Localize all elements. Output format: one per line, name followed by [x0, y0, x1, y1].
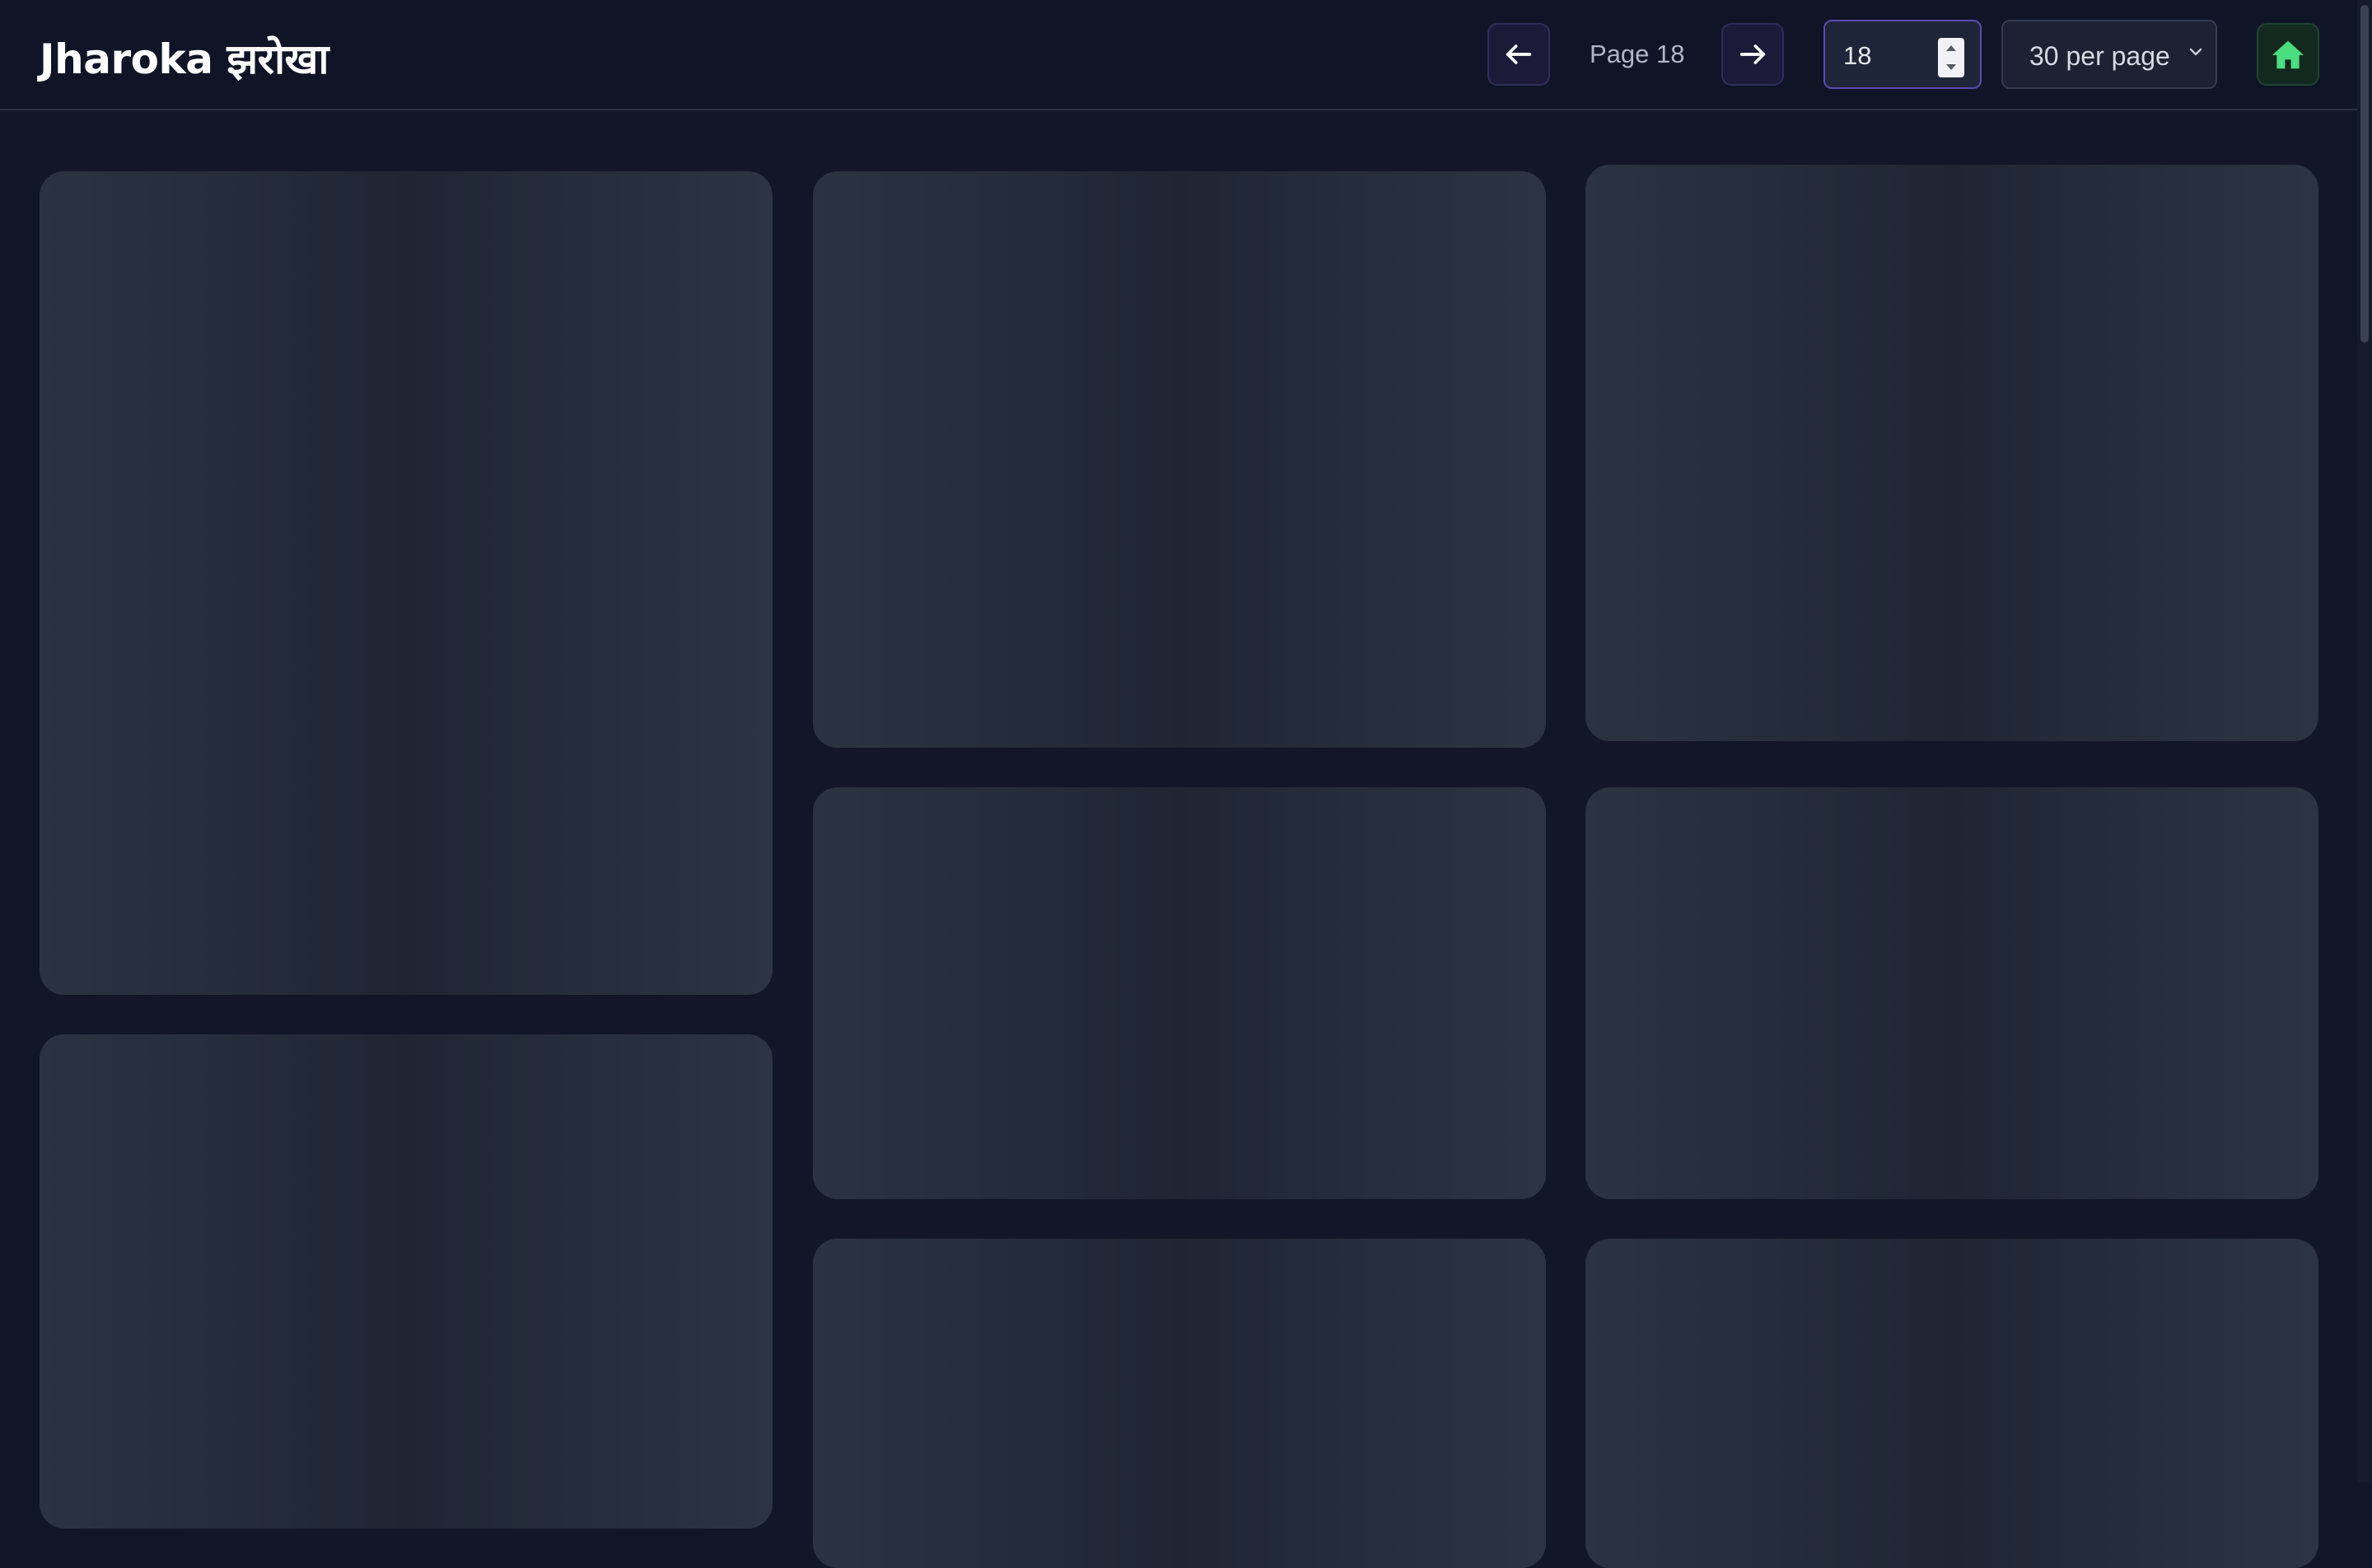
- top-bar: Jharoka झरोखा Page 18 30 per page: [0, 0, 2357, 110]
- stepper-down-icon[interactable]: [1945, 63, 1958, 72]
- stepper-up-icon[interactable]: [1945, 44, 1958, 52]
- image-card-placeholder[interactable]: [40, 1034, 773, 1528]
- page-number-input[interactable]: [1843, 38, 1934, 74]
- page-stepper[interactable]: [1938, 38, 1964, 77]
- image-card-placeholder[interactable]: [40, 171, 773, 995]
- page-number-field[interactable]: [1823, 20, 1982, 89]
- image-card-placeholder[interactable]: [813, 787, 1546, 1199]
- previous-page-button[interactable]: [1487, 23, 1550, 86]
- image-card-placeholder[interactable]: [813, 171, 1546, 748]
- vertical-scrollbar[interactable]: [2357, 0, 2372, 1482]
- image-card-placeholder[interactable]: [813, 1239, 1546, 1568]
- current-page-label: Page 18: [1590, 40, 1685, 68]
- next-page-button[interactable]: [1721, 23, 1784, 86]
- home-icon: [2272, 40, 2304, 69]
- per-page-value: 30 per page: [2029, 41, 2170, 71]
- chevron-down-icon: [2189, 48, 2202, 56]
- arrow-right-icon: [1739, 44, 1766, 64]
- app-title: Jharoka झरोखा: [40, 35, 329, 83]
- home-button[interactable]: [2257, 23, 2319, 86]
- image-card-placeholder[interactable]: [1585, 787, 2318, 1199]
- image-card-placeholder[interactable]: [1585, 165, 2318, 741]
- per-page-select[interactable]: 30 per page: [2001, 20, 2217, 89]
- scrollbar-thumb[interactable]: [2360, 5, 2369, 343]
- arrow-left-icon: [1506, 44, 1532, 64]
- image-card-placeholder[interactable]: [1585, 1239, 2318, 1568]
